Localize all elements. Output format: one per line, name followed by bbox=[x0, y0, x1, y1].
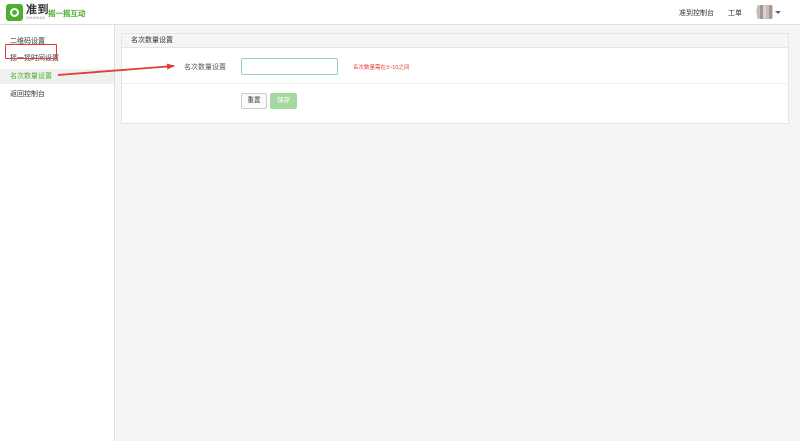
logo-subtext: ZHUNDAO bbox=[26, 15, 46, 20]
brand-logo[interactable]: 准到 ZHUNDAO bbox=[6, 4, 49, 21]
sidebar-item-ranking[interactable]: 名次数量设置 bbox=[0, 69, 114, 84]
panel-title: 名次数量设置 bbox=[122, 34, 788, 48]
validation-hint: 名次数量需在3~10之间 bbox=[353, 65, 410, 71]
top-nav: 准到控制台 工单 帮助 bbox=[665, 0, 770, 25]
logo-text: 准到 bbox=[26, 3, 49, 16]
form-divider bbox=[122, 83, 788, 84]
save-button[interactable]: 保存 bbox=[270, 93, 297, 109]
reset-button[interactable]: 重置 bbox=[241, 93, 267, 109]
ranking-count-label: 名次数量设置 bbox=[184, 64, 226, 71]
nav-ticket-link[interactable]: 工单 bbox=[728, 8, 742, 18]
settings-panel: 名次数量设置 名次数量设置 名次数量需在3~10之间 重置 保存 bbox=[121, 33, 789, 124]
avatar[interactable] bbox=[757, 5, 773, 19]
sidebar-item-back-console[interactable]: 返回控制台 bbox=[0, 87, 114, 102]
nav-console-link[interactable]: 准到控制台 bbox=[679, 8, 714, 18]
logo-icon bbox=[6, 4, 23, 21]
annotation-highlight-box bbox=[5, 44, 57, 59]
sidebar: 二维码设置 摇一摇时间设置 名次数量设置 返回控制台 bbox=[0, 25, 115, 441]
ranking-count-input[interactable] bbox=[241, 58, 338, 75]
top-bar: 准到 ZHUNDAO 摇一摇互动 准到控制台 工单 帮助 bbox=[0, 0, 800, 25]
chevron-down-icon[interactable] bbox=[775, 11, 781, 14]
app-name: 摇一摇互动 bbox=[48, 9, 86, 18]
